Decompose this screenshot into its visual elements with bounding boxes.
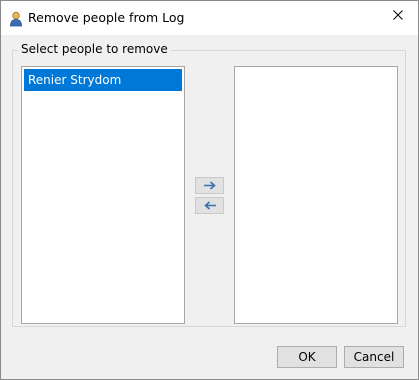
list-item[interactable]: Renier Strydom	[24, 69, 182, 91]
cancel-button[interactable]: Cancel	[344, 346, 404, 368]
dialog-window: Remove people from Log Select people to …	[0, 0, 419, 380]
ok-button[interactable]: OK	[277, 346, 337, 368]
add-to-remove-button[interactable]	[195, 177, 224, 194]
arrow-right-icon	[203, 179, 217, 193]
person-icon	[9, 11, 23, 27]
available-people-list[interactable]: Renier Strydom	[21, 66, 185, 324]
groupbox-legend: Select people to remove	[18, 42, 171, 56]
close-button[interactable]	[378, 1, 418, 31]
window-title: Remove people from Log	[28, 10, 185, 25]
arrow-left-icon	[203, 199, 217, 213]
close-icon	[393, 9, 403, 23]
remove-from-list-button[interactable]	[195, 197, 224, 214]
title-bar[interactable]: Remove people from Log	[1, 1, 418, 35]
people-to-remove-list[interactable]	[234, 66, 398, 324]
